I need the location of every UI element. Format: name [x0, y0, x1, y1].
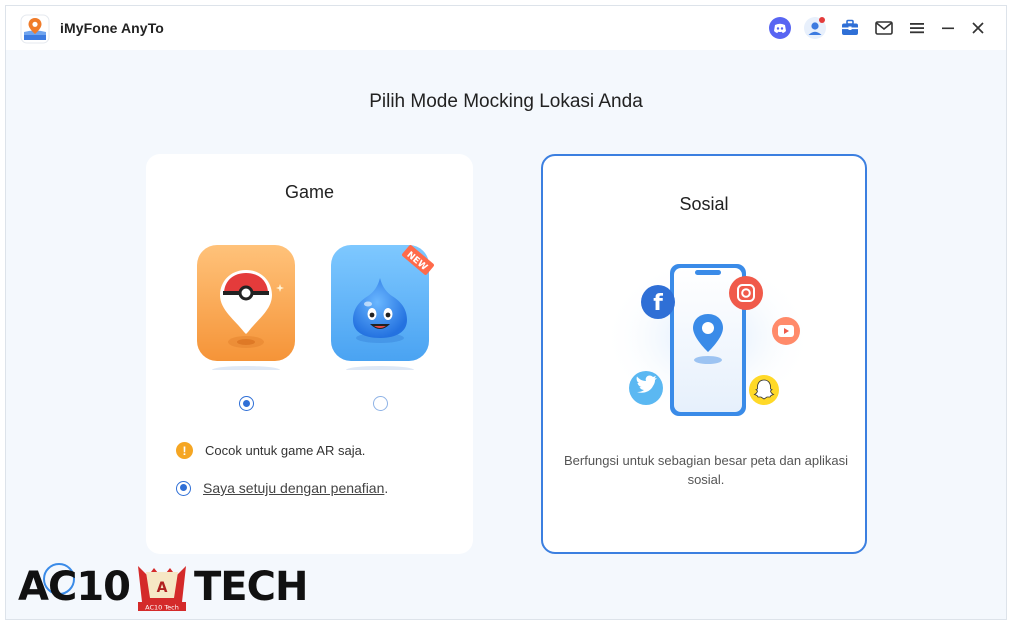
game-mode-card[interactable]: Game NEW ! Cocok untuk game AR saja. Say…: [146, 154, 473, 554]
watermark-left-text: AC10: [18, 564, 131, 610]
social-card-title: Sosial: [679, 194, 729, 214]
snapchat-icon: [749, 375, 779, 405]
ar-only-note: Cocok untuk game AR saja.: [205, 443, 366, 458]
social-mode-card[interactable]: Sosial f Berfungsi untuk sebagian besar …: [541, 154, 867, 554]
close-icon: [972, 22, 984, 34]
svg-text:f: f: [653, 291, 663, 316]
social-description: Berfungsi untuk sebagian besar peta dan …: [563, 453, 849, 487]
warning-icon: !: [176, 442, 193, 459]
pokemon-go-icon: [194, 242, 298, 374]
toolbox-icon: [842, 19, 858, 35]
toolbox-button[interactable]: [838, 16, 862, 40]
app-title: iMyFone AnyTo: [60, 20, 164, 36]
note-row: ! Cocok untuk game AR saja.: [176, 442, 365, 459]
social-illustration: f: [603, 257, 813, 417]
minimize-button[interactable]: [936, 16, 960, 40]
watermark-emblem-icon: A AC10 Tech: [137, 566, 186, 612]
agree-suffix: .: [384, 480, 389, 496]
agree-row: Saya setuju dengan penafian .: [176, 480, 388, 496]
radio-dragon-quest[interactable]: [373, 396, 388, 411]
radio-pokemon-go[interactable]: [239, 396, 254, 411]
menu-icon: [910, 23, 924, 34]
game-option-pokemon-go[interactable]: [194, 242, 298, 374]
disclaimer-link[interactable]: Saya setuju dengan penafian: [203, 480, 384, 496]
svg-text:AC10 Tech: AC10 Tech: [145, 604, 179, 612]
discord-button[interactable]: [768, 16, 792, 40]
game-card-title: Game: [284, 182, 335, 202]
svg-text:A: A: [157, 580, 168, 596]
slime-icon: NEW: [328, 242, 434, 374]
user-account-button[interactable]: [803, 16, 827, 40]
watermark: AC10 A AC10 Tech TECH: [18, 562, 308, 612]
youtube-icon: [772, 317, 800, 345]
facebook-icon: f: [641, 285, 675, 319]
instagram-icon: [729, 276, 763, 310]
app-window: iMyFone AnyTo Pilih Mode Mocking Lokasi …: [5, 5, 1007, 620]
watermark-right-text: TECH: [193, 564, 308, 610]
page-title: Pilih Mode Mocking Lokasi Anda: [369, 91, 643, 112]
agree-radio[interactable]: [176, 480, 191, 496]
minimize-icon: [942, 27, 954, 30]
app-logo-icon: [20, 14, 50, 44]
close-button[interactable]: [966, 16, 990, 40]
mail-icon: [875, 21, 893, 35]
feedback-button[interactable]: [872, 16, 896, 40]
game-option-dragon-quest[interactable]: NEW: [328, 242, 434, 374]
discord-icon: [769, 17, 791, 39]
title-bar: iMyFone AnyTo: [6, 6, 1006, 50]
user-icon: [804, 17, 826, 39]
menu-button[interactable]: [905, 16, 929, 40]
twitter-icon: [629, 371, 663, 405]
